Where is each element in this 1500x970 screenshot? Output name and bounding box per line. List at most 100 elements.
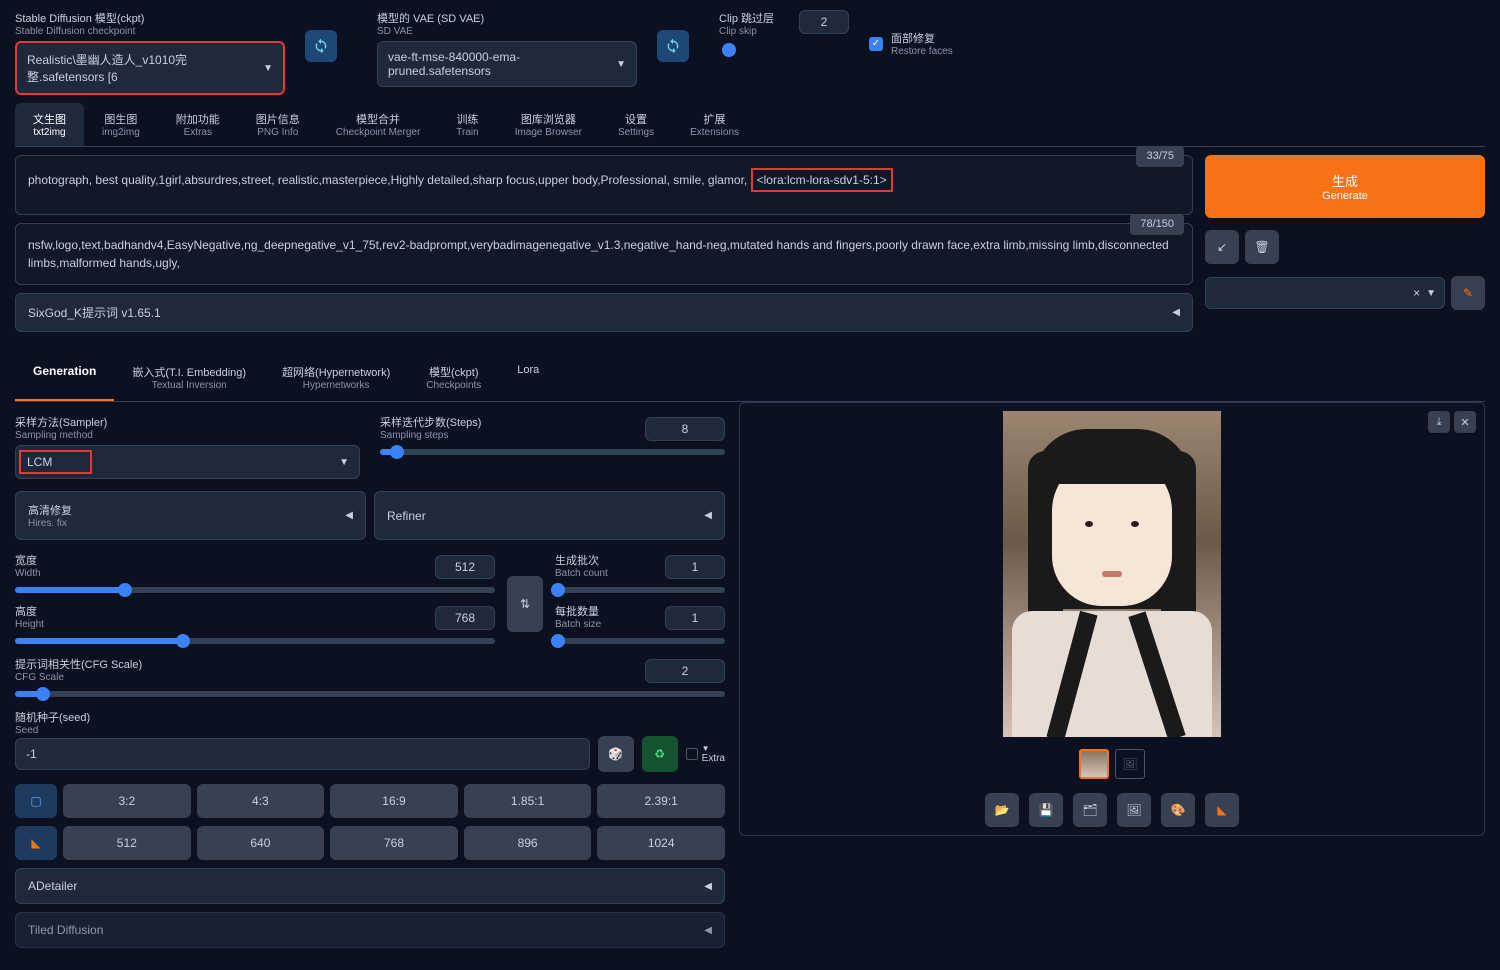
save-button[interactable]: 💾 xyxy=(1029,793,1063,827)
tiled-diffusion-accordion[interactable]: Tiled Diffusion ◀ xyxy=(15,912,725,948)
restore-faces-checkbox[interactable]: ✓ xyxy=(869,37,883,51)
size-768[interactable]: 768 xyxy=(330,826,458,860)
swap-dimensions-button[interactable]: ⇅ xyxy=(507,576,543,632)
ratio-185-1[interactable]: 1.85:1 xyxy=(464,784,592,818)
tab-extensions[interactable]: 扩展Extensions xyxy=(672,103,757,146)
restore-label-en: Restore faces xyxy=(891,46,953,57)
aspect-lock-button[interactable]: ▢ xyxy=(15,784,57,818)
arrow-in-button[interactable]: ↙ xyxy=(1205,230,1239,264)
ratio-16-9[interactable]: 16:9 xyxy=(330,784,458,818)
triangle-icon: ◣ xyxy=(1217,803,1226,817)
reuse-seed-button[interactable]: ♻ xyxy=(642,736,678,772)
checkpoint-refresh-button[interactable] xyxy=(305,30,337,62)
chevron-down-icon: ▼ xyxy=(616,59,626,70)
size-triangle-button[interactable]: ◣ xyxy=(15,826,57,860)
subtab-hypernet[interactable]: 超网络(Hypernetwork)Hypernetworks xyxy=(264,354,408,401)
checkpoint-dropdown[interactable]: Realistic\墨幽人造人_v1010完整.safetensors [6 ▼ xyxy=(15,41,285,95)
checkpoint-label-cn: Stable Diffusion 模型(ckpt) xyxy=(15,10,285,26)
vae-refresh-button[interactable] xyxy=(657,30,689,62)
swap-icon: ⇅ xyxy=(520,597,530,611)
sixgod-accordion[interactable]: SixGod_K提示词 v1.65.1 ◀ xyxy=(15,293,1193,332)
send-extras-button[interactable]: ◣ xyxy=(1205,793,1239,827)
trash-icon: 🗑 xyxy=(1254,240,1269,254)
sampler-dropdown[interactable]: LCM ▼ xyxy=(15,445,360,479)
hires-fix-accordion[interactable]: 高清修复Hires. fix ◀ xyxy=(15,491,366,540)
steps-slider[interactable] xyxy=(380,449,725,455)
batch-count-slider[interactable] xyxy=(555,587,725,593)
output-image[interactable] xyxy=(1003,411,1221,737)
open-folder-button[interactable]: 📂 xyxy=(985,793,1019,827)
tab-extras[interactable]: 附加功能Extras xyxy=(158,103,238,146)
tab-img2img[interactable]: 图生图img2img xyxy=(84,103,158,146)
download-image-button[interactable]: ⤓ xyxy=(1428,411,1450,433)
send-inpaint-button[interactable]: 🎨 xyxy=(1161,793,1195,827)
refiner-accordion[interactable]: Refiner ◀ xyxy=(374,491,725,540)
ratio-4-3[interactable]: 4:3 xyxy=(197,784,325,818)
tab-train[interactable]: 训练Train xyxy=(438,103,496,146)
trash-button[interactable]: 🗑 xyxy=(1245,230,1279,264)
adetailer-accordion[interactable]: ADetailer ◀ xyxy=(15,868,725,904)
refresh-icon xyxy=(665,38,681,54)
chevron-down-icon: ▼ xyxy=(263,63,273,74)
batch-count-value[interactable]: 1 xyxy=(665,555,725,579)
width-slider[interactable] xyxy=(15,587,495,593)
cfg-slider[interactable] xyxy=(15,691,725,697)
width-value[interactable]: 512 xyxy=(435,555,495,579)
prompt-textarea[interactable]: 33/75 photograph, best quality,1girl,abs… xyxy=(15,155,1193,215)
tab-settings[interactable]: 设置Settings xyxy=(600,103,672,146)
size-896[interactable]: 896 xyxy=(464,826,592,860)
clip-skip-value[interactable]: 2 xyxy=(799,10,849,34)
chevron-down-icon: ▼ xyxy=(1426,288,1436,299)
steps-label-cn: 采样迭代步数(Steps) xyxy=(380,414,481,430)
size-1024[interactable]: 1024 xyxy=(597,826,725,860)
chevron-down-icon: ▼ xyxy=(339,457,349,468)
negative-prompt-textarea[interactable]: 78/150 nsfw,logo,text,badhandv4,EasyNega… xyxy=(15,223,1193,285)
tab-merger[interactable]: 模型合并Checkpoint Merger xyxy=(318,103,438,146)
batch-size-slider[interactable] xyxy=(555,638,725,644)
height-slider[interactable] xyxy=(15,638,495,644)
image-icon: 🖼 xyxy=(1126,803,1141,817)
ratio-239-1[interactable]: 2.39:1 xyxy=(597,784,725,818)
subtab-lora[interactable]: Lora xyxy=(499,354,557,401)
tab-txt2img[interactable]: 文生图txt2img xyxy=(15,103,84,146)
subtab-checkpoints[interactable]: 模型(ckpt)Checkpoints xyxy=(408,354,499,401)
neg-prompt-counter: 78/150 xyxy=(1130,214,1184,235)
gallery-thumb-2[interactable]: 🖼 xyxy=(1115,749,1145,779)
sampler-label-en: Sampling method xyxy=(15,430,360,441)
styles-dropdown[interactable]: × ▼ xyxy=(1205,277,1445,309)
ratio-3-2[interactable]: 3:2 xyxy=(63,784,191,818)
cfg-value[interactable]: 2 xyxy=(645,659,725,683)
recycle-icon: ♻ xyxy=(654,747,665,761)
arrow-icon: ↙ xyxy=(1217,240,1227,254)
prompt-lora-tag: <lora:lcm-lora-sdv1-5:1> xyxy=(751,168,893,192)
tab-imgbrowser[interactable]: 图库浏览器Image Browser xyxy=(497,103,600,146)
batch-size-value[interactable]: 1 xyxy=(665,606,725,630)
close-image-button[interactable]: ✕ xyxy=(1454,411,1476,433)
vae-dropdown[interactable]: vae-ft-mse-840000-ema-pruned.safetensors… xyxy=(377,41,637,87)
aspect-icon: ▢ xyxy=(30,794,41,808)
seed-extra-checkbox[interactable]: ▼Extra xyxy=(686,744,725,764)
clip-label-en: Clip skip xyxy=(719,26,774,37)
size-512[interactable]: 512 xyxy=(63,826,191,860)
output-gallery: ⤓ ✕ 🖼 📂 💾 xyxy=(739,402,1485,836)
send-img2img-button[interactable]: 🖼 xyxy=(1117,793,1151,827)
steps-value[interactable]: 8 xyxy=(645,417,725,441)
folder-icon: 📂 xyxy=(995,803,1010,817)
height-value[interactable]: 768 xyxy=(435,606,495,630)
tab-pnginfo[interactable]: 图片信息PNG Info xyxy=(238,103,318,146)
zip-button[interactable]: 🗂 xyxy=(1073,793,1107,827)
gallery-thumb-1[interactable] xyxy=(1079,749,1109,779)
edit-styles-button[interactable]: ✎ xyxy=(1451,276,1485,310)
triangle-left-icon: ◀ xyxy=(704,881,712,892)
seed-input[interactable] xyxy=(15,738,590,770)
vae-value: vae-ft-mse-840000-ema-pruned.safetensors xyxy=(388,50,616,78)
random-seed-button[interactable]: 🎲 xyxy=(598,736,634,772)
subtab-generation[interactable]: Generation xyxy=(15,354,114,401)
size-640[interactable]: 640 xyxy=(197,826,325,860)
subtab-ti[interactable]: 嵌入式(T.I. Embedding)Textual Inversion xyxy=(114,354,264,401)
sampler-label-cn: 采样方法(Sampler) xyxy=(15,414,360,430)
prompt-counter: 33/75 xyxy=(1136,146,1184,167)
vae-label-en: SD VAE xyxy=(377,26,637,37)
generate-button[interactable]: 生成 Generate xyxy=(1205,155,1485,218)
archive-icon: 🗂 xyxy=(1082,803,1097,817)
